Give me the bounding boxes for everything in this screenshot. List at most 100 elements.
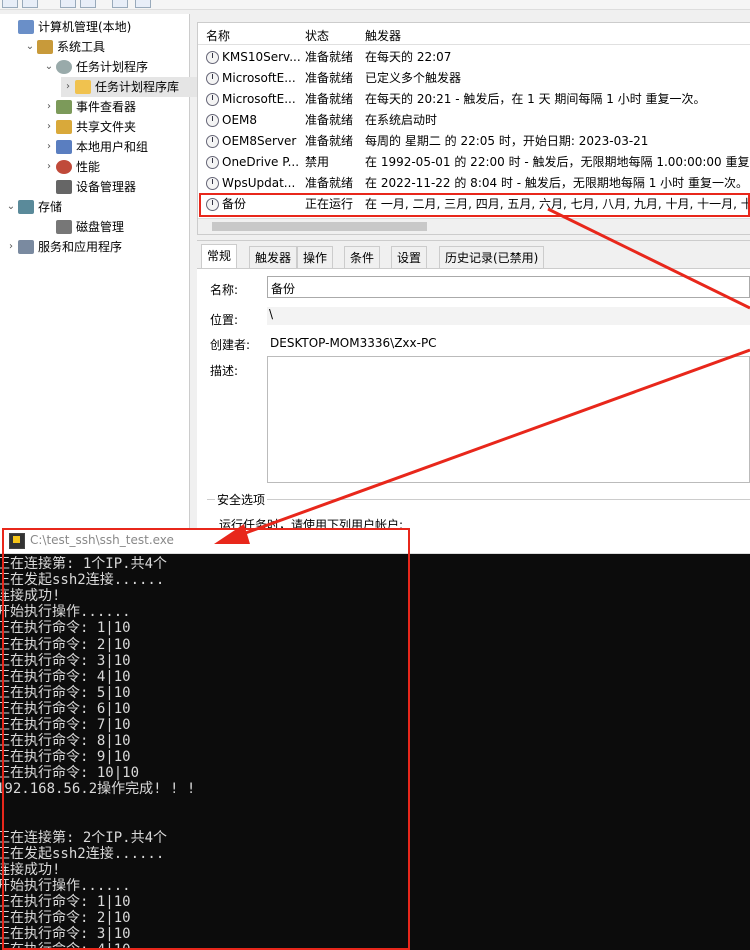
tab-5[interactable]: 历史记录(已禁用) xyxy=(439,246,545,268)
console-line: 连接成功! xyxy=(0,861,61,878)
tab-0[interactable]: 常规 xyxy=(201,244,238,269)
task-status: 准备就绪 xyxy=(305,50,354,64)
console-line: 正在执行命令: 1|10 xyxy=(0,620,131,637)
task-status: 准备就绪 xyxy=(305,71,354,85)
task-trigger: 在每天的 20:21 - 触发后，在 1 天 期间每隔 1 小时 重复一次。 xyxy=(365,92,706,106)
task-status: 准备就绪 xyxy=(305,113,354,127)
tree-item[interactable]: ⌄ 存储 xyxy=(4,197,62,217)
name-field[interactable]: 备份 xyxy=(267,276,750,298)
tree-item[interactable]: › 性能 xyxy=(42,157,100,177)
console-title-bar[interactable]: C:\test_ssh\ssh_test.exe xyxy=(0,529,750,554)
description-label: 描述: xyxy=(210,364,239,378)
help-button[interactable] xyxy=(112,0,128,8)
table-row[interactable]: OEM8Server 准备就绪 每周的 星期二 的 22:05 时，开始日期: 20… xyxy=(198,131,750,152)
task-details-pane: 常规 触发器 操作 条件 设置 历史记录(已禁用) 名称: 备份 位置: \ 创建者: D… xyxy=(197,240,750,532)
show-hide-tree-button[interactable] xyxy=(80,0,96,8)
chevron-right-icon[interactable]: › xyxy=(4,237,18,257)
console-line: 正在执行命令: 6|10 xyxy=(0,700,131,717)
task-trigger: 在每天的 22:07 xyxy=(365,50,452,64)
column-header-trigger[interactable]: 触发器 xyxy=(365,27,401,44)
table-row[interactable]: OEM8 准备就绪 在系统启动时 xyxy=(198,110,750,131)
tree-item-label: 存储 xyxy=(38,200,63,214)
table-row[interactable]: MicrosoftE... 准备就绪 在每天的 20:21 - 触发后，在 1 天 … xyxy=(198,89,750,110)
column-header-status[interactable]: 状态 xyxy=(305,27,329,44)
task-list: 名称 状态 触发器 KMS10Serv... 准备就绪 在每天的 22:07 Micr… xyxy=(197,22,750,235)
tree-item[interactable]: ⌄ 系统工具 xyxy=(23,37,105,57)
properties-button[interactable] xyxy=(135,0,151,8)
console-line: 连接成功! xyxy=(0,588,61,605)
tree-item[interactable]: 设备管理器 xyxy=(42,177,136,197)
console-line: 正在执行命令: 4|10 xyxy=(0,668,131,685)
services-icon xyxy=(18,240,34,254)
tab-2[interactable]: 操作 xyxy=(297,246,334,268)
console-line: 正在执行命令: 3|10 xyxy=(0,926,131,943)
location-field: \ xyxy=(267,307,750,325)
scrollbar-thumb[interactable] xyxy=(212,222,427,231)
general-panel: 名称: 备份 位置: \ 创建者: DESKTOP-MOM3336\Zxx-PC… xyxy=(197,268,750,532)
table-row[interactable]: MicrosoftE... 准备就绪 已定义多个触发器 xyxy=(198,68,750,89)
table-row[interactable]: KMS10Serv... 准备就绪 在每天的 22:07 xyxy=(198,47,750,68)
performance-icon xyxy=(56,160,72,174)
task-name: MicrosoftE... xyxy=(222,71,296,85)
tree-item[interactable]: ⌄ 任务计划程序 xyxy=(42,57,148,77)
tree-item-label: 事件查看器 xyxy=(76,100,137,114)
task-trigger: 在 一月, 二月, 三月, 四月, 五月, 六月, 七月, 八月, 九月, 十月… xyxy=(365,197,750,211)
chevron-right-icon[interactable]: › xyxy=(42,137,56,157)
task-clock-icon xyxy=(206,93,219,106)
task-status: 准备就绪 xyxy=(305,176,354,190)
back-button[interactable] xyxy=(2,0,18,8)
task-status: 禁用 xyxy=(305,155,330,169)
console-app-icon xyxy=(9,533,25,549)
tree-item[interactable]: › 服务和应用程序 xyxy=(4,237,122,257)
tree-item-label: 任务计划程序库 xyxy=(95,80,180,94)
console-line: 正在发起ssh2连接...... xyxy=(0,572,165,589)
location-label: 位置: xyxy=(210,313,239,327)
column-header-name[interactable]: 名称 xyxy=(206,27,230,44)
description-field[interactable] xyxy=(267,356,750,483)
up-button[interactable] xyxy=(60,0,76,8)
author-label: 创建者: xyxy=(210,338,251,352)
console-line: 正在执行命令: 4|10 xyxy=(0,942,131,950)
tree-item[interactable]: › 共享文件夹 xyxy=(42,117,136,137)
tree-item[interactable]: › 事件查看器 xyxy=(42,97,136,117)
forward-button[interactable] xyxy=(22,0,38,8)
navigation-tree: 计算机管理(本地) ⌄ 系统工具 ⌄ 任务计划程序 › 任务计划程序库 › 事件查看器 › 共享文件… xyxy=(0,14,229,529)
tab-1[interactable]: 触发器 xyxy=(249,246,298,268)
task-clock-icon xyxy=(206,72,219,85)
users-icon xyxy=(56,140,72,154)
chevron-down-icon[interactable]: ⌄ xyxy=(42,57,56,77)
device-manager-icon xyxy=(56,180,72,194)
shared-folder-icon xyxy=(56,120,72,134)
tree-item-label: 本地用户和组 xyxy=(76,140,149,154)
chevron-right-icon[interactable]: › xyxy=(42,157,56,177)
tab-3[interactable]: 条件 xyxy=(344,246,381,268)
task-clock-icon xyxy=(206,156,219,169)
chevron-right-icon[interactable]: › xyxy=(42,117,56,137)
tree-item-label: 性能 xyxy=(76,160,101,174)
table-row[interactable]: WpsUpdat... 准备就绪在 2022-11-22 的 8:04 时 - 触… xyxy=(198,173,750,194)
console-line: 正在连接第: 2个IP.共4个 xyxy=(0,829,168,846)
tree-item[interactable]: 磁盘管理 xyxy=(42,217,124,237)
task-trigger: 在 2022-11-22 的 8:04 时 - 触发后，无限期地每隔 1 小时 … xyxy=(365,176,748,190)
tab-4[interactable]: 设置 xyxy=(391,246,428,268)
console-line: 开始执行操作...... xyxy=(0,604,131,621)
task-list-header: 名称 状态 触发器 xyxy=(198,23,750,45)
chevron-down-icon[interactable]: ⌄ xyxy=(4,197,18,217)
table-row[interactable]: OneDrive P... 禁用 在 1992-05-01 的 22:00 时 - … xyxy=(198,152,750,173)
security-options-label: 安全选项 xyxy=(215,491,268,508)
console-line: 正在连接第: 1个IP.共4个 xyxy=(0,556,168,572)
table-row[interactable]: 备份 正在运行在 一月, 二月, 三月, 四月, 五月, 六月, 七月, 八月, … xyxy=(198,194,750,215)
chevron-down-icon[interactable]: ⌄ xyxy=(23,37,37,57)
horizontal-scrollbar[interactable] xyxy=(198,218,750,234)
chevron-right-icon[interactable]: › xyxy=(42,97,56,117)
task-clock-icon xyxy=(206,51,219,64)
chevron-right-icon[interactable]: › xyxy=(61,77,75,97)
event-viewer-icon xyxy=(56,100,72,114)
task-name: OneDrive P... xyxy=(222,155,300,169)
console-window: C:\test_ssh\ssh_test.exe 正在连接第: 1个IP.共4个… xyxy=(0,529,750,950)
task-trigger: 每周的 星期二 的 22:05 时，开始日期: 2023-03-21 xyxy=(365,134,649,148)
task-name: OEM8Server xyxy=(222,134,297,148)
tree-item[interactable]: › 本地用户和组 xyxy=(42,137,148,157)
tools-icon xyxy=(37,40,53,54)
tree-item[interactable]: 计算机管理(本地) xyxy=(4,17,131,37)
